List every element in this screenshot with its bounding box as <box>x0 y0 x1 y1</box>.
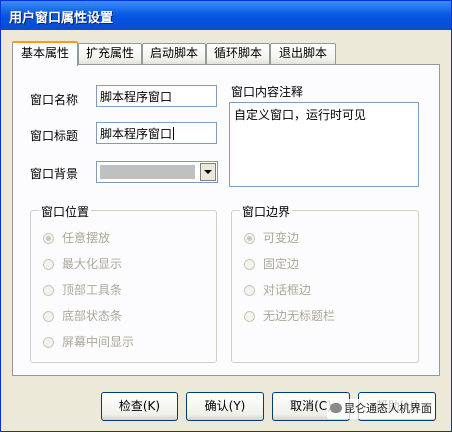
window-background-label: 窗口背景 <box>30 167 79 181</box>
tab-label: 退出脚本 <box>278 46 327 60</box>
watermark: 昆仑通态人机界面 <box>327 399 435 419</box>
window-title-input[interactable]: 脚本程序窗口 <box>96 122 217 144</box>
check-button[interactable]: 检查(K) <box>101 392 178 421</box>
window-border-title: 窗口边界 <box>240 203 293 220</box>
radio-label: 最大化显示 <box>62 257 123 271</box>
radio-icon <box>43 259 54 270</box>
radio-icon <box>43 311 54 322</box>
radio-selected-icon <box>244 233 255 244</box>
basic-properties-panel: 窗口名称 脚本程序窗口 窗口标题 脚本程序窗口 窗口背景 窗口内容注释 自定义窗… <box>12 64 440 376</box>
window-border-group: 窗口边界 可变边 固定边 对话框边 无边无标题栏 <box>231 203 419 363</box>
watermark-text: 昆仑通态人机界面 <box>344 402 432 415</box>
radio-arbitrary-placement[interactable]: 任意摆放 <box>43 229 110 245</box>
radio-maximized[interactable]: 最大化显示 <box>43 255 122 271</box>
window-background-select[interactable] <box>96 161 218 183</box>
tab-label: 扩充属性 <box>85 46 134 60</box>
chevron-down-icon <box>204 170 212 174</box>
window-comment-value: 自定义窗口，运行时可见 <box>234 108 367 122</box>
wechat-icon <box>330 403 342 413</box>
radio-top-toolbar[interactable]: 顶部工具条 <box>43 281 122 297</box>
radio-icon <box>244 259 255 270</box>
window-position-group: 窗口位置 任意摆放 最大化显示 顶部工具条 底部状态条 屏幕中间显示 <box>30 203 217 363</box>
window-name-input[interactable]: 脚本程序窗口 <box>96 85 217 107</box>
window-title: 用户窗口属性设置 <box>9 11 114 26</box>
radio-label: 屏幕中间显示 <box>62 335 135 349</box>
tab-label: 基本属性 <box>20 46 69 60</box>
dialog-window: 用户窗口属性设置 基本属性 扩充属性 启动脚本 循环脚本 退出脚本 窗口名称 脚… <box>0 0 452 432</box>
radio-bottom-statusbar[interactable]: 底部状态条 <box>43 307 122 323</box>
radio-resizable-border[interactable]: 可变边 <box>244 229 299 245</box>
tab-label: 启动脚本 <box>149 46 198 60</box>
radio-dialog-border[interactable]: 对话框边 <box>244 281 311 297</box>
window-title-label: 窗口标题 <box>30 129 79 143</box>
window-position-title: 窗口位置 <box>39 203 92 220</box>
tab-extended-properties[interactable]: 扩充属性 <box>78 43 142 64</box>
text-caret <box>173 127 175 140</box>
window-comment-label: 窗口内容注释 <box>231 85 304 99</box>
background-color-swatch <box>100 165 195 179</box>
radio-label: 任意摆放 <box>62 231 111 245</box>
radio-label: 可变边 <box>263 231 300 245</box>
window-name-label: 窗口名称 <box>30 93 79 107</box>
tab-label: 循环脚本 <box>213 46 262 60</box>
tab-startup-script[interactable]: 启动脚本 <box>142 43 206 64</box>
radio-no-border-no-title[interactable]: 无边无标题栏 <box>244 307 335 323</box>
radio-icon <box>244 285 255 296</box>
radio-icon <box>244 311 255 322</box>
tab-basic-properties[interactable]: 基本属性 <box>12 41 78 66</box>
dropdown-button[interactable] <box>200 163 216 181</box>
ok-button[interactable]: 确认(Y) <box>186 392 264 421</box>
window-title-value: 脚本程序窗口 <box>100 127 173 141</box>
radio-screen-center[interactable]: 屏幕中间显示 <box>43 333 134 349</box>
radio-icon <box>43 337 54 348</box>
window-name-value: 脚本程序窗口 <box>100 90 173 104</box>
radio-selected-icon <box>43 233 54 244</box>
tab-loop-script[interactable]: 循环脚本 <box>206 43 270 64</box>
radio-label: 对话框边 <box>263 283 312 297</box>
radio-label: 固定边 <box>263 257 300 271</box>
radio-label: 无边无标题栏 <box>263 309 336 323</box>
radio-label: 顶部工具条 <box>62 283 123 297</box>
radio-label: 底部状态条 <box>62 309 123 323</box>
window-comment-textarea[interactable]: 自定义窗口，运行时可见 <box>229 102 419 187</box>
radio-fixed-border[interactable]: 固定边 <box>244 255 299 271</box>
title-bar[interactable]: 用户窗口属性设置 <box>1 1 451 30</box>
radio-icon <box>43 285 54 296</box>
tab-exit-script[interactable]: 退出脚本 <box>270 43 336 64</box>
